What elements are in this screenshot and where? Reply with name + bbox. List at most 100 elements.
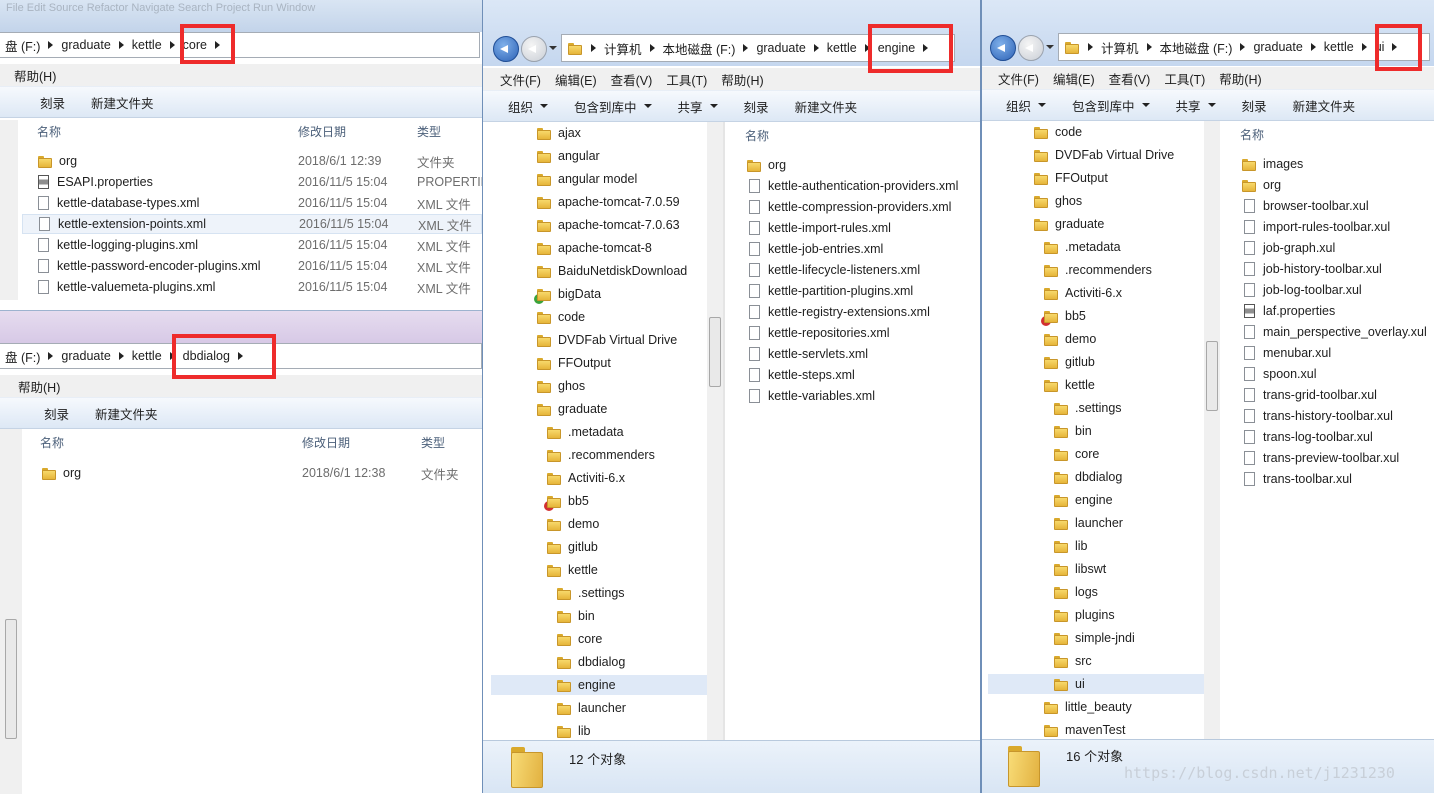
column-date[interactable]: 修改日期 xyxy=(298,123,346,140)
menu-item[interactable]: 文件(F) xyxy=(998,69,1039,88)
file-row[interactable]: org 2018/6/1 12:38 文件夹 xyxy=(26,463,482,483)
breadcrumb-item[interactable]: kettle xyxy=(1318,40,1369,54)
tree-item[interactable]: plugins xyxy=(988,605,1204,625)
breadcrumb-label[interactable]: 本地磁盘 (F:) xyxy=(1154,38,1239,57)
forward-icon[interactable] xyxy=(1018,35,1044,61)
column-name[interactable]: 名称 xyxy=(40,434,64,451)
breadcrumb-separator-icon[interactable] xyxy=(1310,43,1316,51)
breadcrumb-item[interactable]: 盘 (F:) xyxy=(0,36,55,55)
breadcrumb-label[interactable]: 计算机 xyxy=(1095,38,1145,57)
breadcrumb-label[interactable]: kettle xyxy=(126,349,168,363)
file-row[interactable]: kettle-servlets.xml xyxy=(747,344,868,364)
tree-item[interactable]: launcher xyxy=(491,698,707,718)
file-row[interactable]: kettle-repositories.xml xyxy=(747,323,890,343)
breadcrumb-item[interactable]: graduate xyxy=(55,38,125,52)
tree-item[interactable]: mavenTest xyxy=(988,720,1204,739)
tree-item[interactable]: apache-tomcat-8 xyxy=(491,238,707,258)
breadcrumb-item[interactable]: 本地磁盘 (F:) xyxy=(657,39,751,58)
tree-item[interactable]: dbdialog xyxy=(988,467,1204,487)
file-row[interactable]: trans-preview-toolbar.xul xyxy=(1242,448,1399,468)
file-row[interactable]: kettle-steps.xml xyxy=(747,365,855,385)
menu-item[interactable]: 帮助(H) xyxy=(18,377,60,396)
menu-item[interactable]: 文件(F) xyxy=(500,70,541,89)
file-row[interactable]: kettle-registry-extensions.xml xyxy=(747,302,930,322)
tree-item[interactable]: ✓ bigData xyxy=(491,284,707,304)
toolbar-button[interactable]: 包含到库中 xyxy=(574,97,652,116)
toolbar-button[interactable]: 共享 xyxy=(1176,96,1216,115)
file-row[interactable]: org xyxy=(1242,175,1281,195)
breadcrumb-separator-icon[interactable] xyxy=(118,41,124,49)
breadcrumb-separator-icon[interactable] xyxy=(1240,43,1246,51)
tree-item[interactable]: ! bb5 xyxy=(491,491,707,511)
file-row[interactable]: browser-toolbar.xul xyxy=(1242,196,1369,216)
file-row[interactable]: trans-history-toolbar.xul xyxy=(1242,406,1393,426)
file-row[interactable]: kettle-partition-plugins.xml xyxy=(747,281,913,301)
splitter[interactable] xyxy=(723,122,725,740)
toolbar-button[interactable]: 共享 xyxy=(678,97,718,116)
nav-scrollbar[interactable] xyxy=(1204,121,1220,739)
breadcrumb-label[interactable]: kettle xyxy=(126,38,168,52)
toolbar-button[interactable]: 刻录 xyxy=(744,97,769,116)
breadcrumb-item[interactable]: 计算机 xyxy=(598,39,657,58)
menu-item[interactable]: 查看(V) xyxy=(611,70,653,89)
breadcrumb-item[interactable]: graduate xyxy=(1247,40,1317,54)
tree-item[interactable]: lib xyxy=(491,721,707,740)
file-row[interactable]: trans-log-toolbar.xul xyxy=(1242,427,1373,447)
tree-item[interactable]: gitlub xyxy=(988,352,1204,372)
tree-item[interactable]: kettle xyxy=(988,375,1204,395)
menu-item[interactable]: 工具(T) xyxy=(666,70,707,89)
file-row[interactable]: kettle-variables.xml xyxy=(747,386,875,406)
breadcrumb-separator-icon[interactable] xyxy=(48,352,54,360)
scrollbar-thumb[interactable] xyxy=(5,619,17,739)
column-type[interactable]: 类型 xyxy=(417,123,441,140)
tree-item[interactable]: .settings xyxy=(988,398,1204,418)
tree-item[interactable]: apache-tomcat-7.0.59 xyxy=(491,192,707,212)
tree-item[interactable]: code xyxy=(988,122,1204,142)
breadcrumb-label[interactable]: graduate xyxy=(55,38,116,52)
tree-item[interactable]: launcher xyxy=(988,513,1204,533)
tree-item[interactable]: libswt xyxy=(988,559,1204,579)
breadcrumb-separator-icon[interactable] xyxy=(813,44,819,52)
file-row[interactable]: org xyxy=(747,155,786,175)
file-row[interactable]: kettle-valuemeta-plugins.xml 2016/11/5 15… xyxy=(22,277,482,297)
file-row[interactable]: kettle-extension-points.xml 2016/11/5 15:… xyxy=(22,214,482,234)
breadcrumb-label[interactable]: graduate xyxy=(55,349,116,363)
tree-item[interactable]: engine xyxy=(988,490,1204,510)
breadcrumb-separator-icon[interactable] xyxy=(118,352,124,360)
breadcrumb-item[interactable]: graduate xyxy=(750,41,820,55)
breadcrumb-separator-icon[interactable] xyxy=(1146,43,1152,51)
breadcrumb-separator-icon[interactable] xyxy=(1088,43,1093,51)
column-type[interactable]: 类型 xyxy=(421,434,445,451)
breadcrumb-item[interactable]: 盘 (F:) xyxy=(0,347,55,366)
tree-item[interactable]: Activiti-6.x xyxy=(491,468,707,488)
breadcrumb-item[interactable]: 计算机 xyxy=(1095,38,1154,57)
file-row[interactable]: trans-toolbar.xul xyxy=(1242,469,1352,489)
tree-item[interactable]: ui xyxy=(988,674,1204,694)
toolbar-button[interactable]: 新建文件夹 xyxy=(91,93,154,112)
file-row[interactable]: kettle-logging-plugins.xml 2016/11/5 15:0… xyxy=(22,235,482,255)
tree-item[interactable]: .metadata xyxy=(491,422,707,442)
tree-item[interactable]: graduate xyxy=(988,214,1204,234)
tree-item[interactable]: FFOutput xyxy=(988,168,1204,188)
tree-item[interactable]: .metadata xyxy=(988,237,1204,257)
tree-item[interactable]: kettle xyxy=(491,560,707,580)
tree-item[interactable]: .recommenders xyxy=(491,445,707,465)
tree-item[interactable]: ghos xyxy=(988,191,1204,211)
toolbar-button[interactable]: 刻录 xyxy=(44,404,69,423)
file-row[interactable]: trans-grid-toolbar.xul xyxy=(1242,385,1377,405)
file-row[interactable]: kettle-compression-providers.xml xyxy=(747,197,951,217)
scrollbar[interactable] xyxy=(0,429,22,794)
tree-item[interactable]: angular xyxy=(491,146,707,166)
file-row[interactable]: kettle-job-entries.xml xyxy=(747,239,883,259)
menu-item[interactable]: 帮助(H) xyxy=(721,70,763,89)
scrollbar-thumb[interactable] xyxy=(1206,341,1218,411)
menu-item[interactable]: 查看(V) xyxy=(1109,69,1151,88)
menu-item[interactable]: 编辑(E) xyxy=(1053,69,1095,88)
toolbar-button[interactable]: 刻录 xyxy=(1242,96,1267,115)
file-row[interactable]: kettle-import-rules.xml xyxy=(747,218,891,238)
file-row[interactable]: menubar.xul xyxy=(1242,343,1331,363)
file-row[interactable]: kettle-authentication-providers.xml xyxy=(747,176,958,196)
breadcrumb-label[interactable]: graduate xyxy=(1247,40,1308,54)
forward-icon[interactable] xyxy=(521,36,547,62)
scrollbar[interactable] xyxy=(0,120,18,300)
